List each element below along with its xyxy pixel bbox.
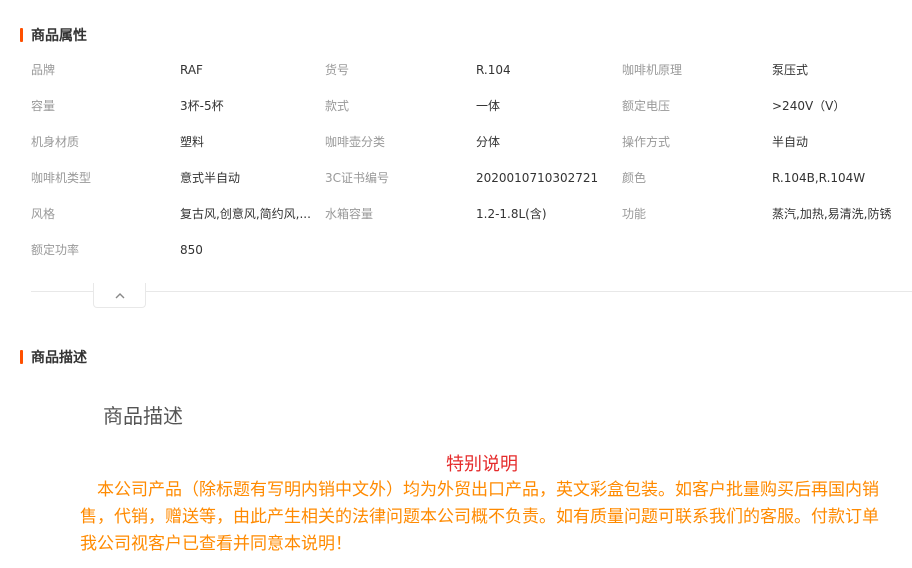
attribute-key: 操作方式 — [622, 135, 671, 149]
accent-bar — [20, 350, 23, 364]
accent-bar — [20, 28, 23, 42]
attributes-section-title: 商品属性 — [20, 27, 87, 44]
attribute-key: 咖啡机原理 — [622, 63, 683, 77]
attribute-key: 风格 — [31, 207, 56, 221]
attribute-value: RAF — [180, 63, 203, 77]
collapse-button[interactable] — [93, 283, 146, 308]
attribute-value: 泵压式 — [772, 63, 809, 77]
attribute-value: 复古风,创意风,简约风,... — [180, 207, 311, 221]
attribute-key: 咖啡机类型 — [31, 171, 92, 185]
notice-body: 本公司产品（除标题有写明内销中文外）均为外贸出口产品，英文彩盒包装。如客户批量购… — [80, 480, 879, 554]
attribute-key: 咖啡壶分类 — [325, 135, 386, 149]
attribute-key: 货号 — [325, 63, 350, 77]
attribute-key: 品牌 — [31, 63, 56, 77]
attribute-value: R.104 — [476, 63, 511, 77]
attributes-title-text: 商品属性 — [31, 28, 87, 44]
attribute-value: 一体 — [476, 99, 501, 113]
attribute-key: 容量 — [31, 99, 56, 113]
divider — [31, 291, 912, 292]
description-title-text: 商品描述 — [31, 350, 87, 366]
attribute-value: 850 — [180, 243, 203, 257]
attribute-value: 3杯-5杯 — [180, 99, 224, 113]
attribute-value: 2020010710302721 — [476, 171, 599, 185]
description-section-title: 商品描述 — [20, 349, 87, 366]
attribute-key: 机身材质 — [31, 135, 80, 149]
attribute-key: 3C证书编号 — [325, 171, 390, 185]
attribute-value: 意式半自动 — [180, 171, 241, 185]
attribute-value: 塑料 — [180, 135, 205, 149]
attribute-value: 1.2-1.8L(含) — [476, 207, 547, 221]
attribute-value: 半自动 — [772, 135, 809, 149]
description-heading: 商品描述 — [103, 404, 183, 428]
attribute-key: 额定电压 — [622, 99, 671, 113]
chevron-up-icon — [115, 292, 124, 298]
attribute-value: 蒸汽,加热,易清洗,防锈 — [772, 207, 892, 221]
attribute-key: 水箱容量 — [325, 207, 374, 221]
attribute-value: 分体 — [476, 135, 501, 149]
attribute-key: 功能 — [622, 207, 647, 221]
attribute-key: 额定功率 — [31, 243, 80, 257]
notice-title: 特别说明 — [446, 454, 518, 475]
attribute-key: 颜色 — [622, 171, 647, 185]
attribute-value: R.104B,R.104W — [772, 171, 866, 185]
attribute-key: 款式 — [325, 99, 350, 113]
attribute-value: >240V（V） — [772, 99, 846, 113]
